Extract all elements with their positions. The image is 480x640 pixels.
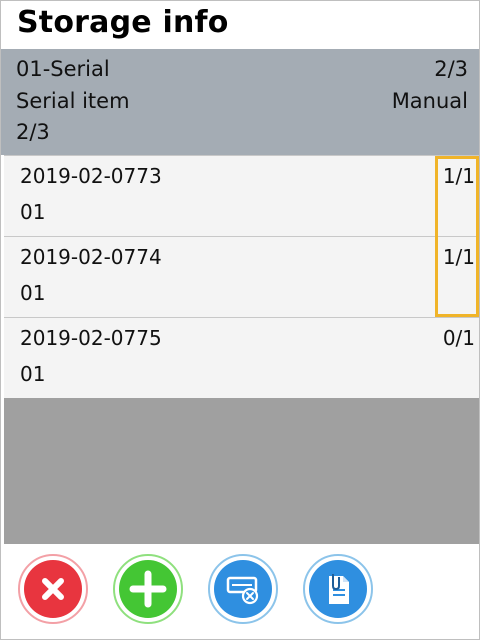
remove-item-button[interactable]	[208, 554, 278, 624]
title-bar: Storage info	[1, 1, 479, 49]
serial-progress: 2/3	[434, 57, 468, 81]
document-button[interactable]	[303, 554, 373, 624]
item-type: Serial item	[16, 89, 130, 113]
list-item[interactable]: 2019-02-0775 01 0/1	[4, 317, 479, 398]
action-bar	[1, 544, 479, 639]
serial-number: 2019-02-0775	[20, 326, 162, 350]
location-code: 01	[20, 362, 46, 386]
summary-row-serial: 01-Serial 2/3	[16, 57, 468, 87]
cancel-button[interactable]	[18, 554, 88, 624]
app-window: Storage info 01-Serial 2/3 Serial item M…	[0, 0, 480, 640]
serial-list: 2019-02-0773 01 1/1 2019-02-0774 01 1/1 …	[4, 155, 479, 544]
summary-row-type: Serial item Manual	[16, 89, 468, 119]
add-icon	[119, 560, 177, 618]
quantity: 1/1	[442, 245, 475, 269]
summary-row-count: 2/3	[16, 120, 468, 150]
page-title: Storage info	[17, 5, 229, 40]
item-summary-header: 01-Serial 2/3 Serial item Manual 2/3	[1, 49, 479, 155]
location-code: 01	[20, 281, 46, 305]
cancel-icon	[24, 560, 82, 618]
list-item[interactable]: 2019-02-0773 01 1/1	[4, 155, 479, 236]
serial-number: 2019-02-0773	[20, 164, 162, 188]
item-count: 2/3	[16, 120, 50, 144]
serial-code: 01-Serial	[16, 57, 110, 81]
serial-number: 2019-02-0774	[20, 245, 162, 269]
document-attach-icon	[309, 560, 367, 618]
add-button[interactable]	[113, 554, 183, 624]
quantity: 1/1	[442, 164, 475, 188]
location-code: 01	[20, 200, 46, 224]
remove-item-icon	[214, 560, 272, 618]
quantity: 0/1	[442, 326, 475, 350]
entry-mode: Manual	[391, 89, 468, 113]
list-item[interactable]: 2019-02-0774 01 1/1	[4, 236, 479, 317]
